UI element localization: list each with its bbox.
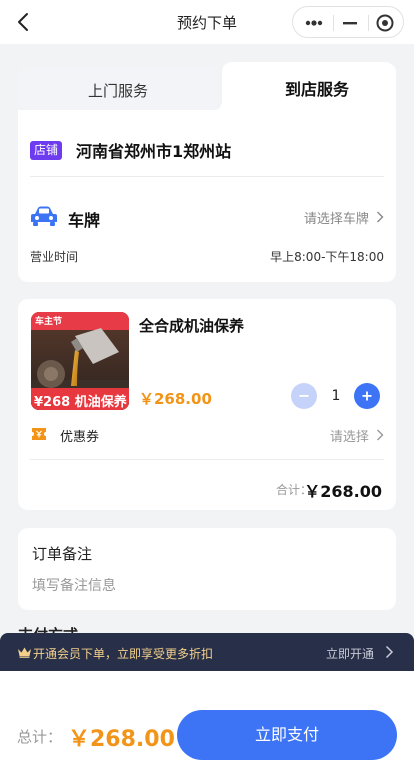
minus-icon	[299, 395, 309, 397]
divider	[30, 176, 384, 177]
shop-name: 河南省郑州市1郑州站	[76, 142, 232, 161]
tab-store-service[interactable]: 到店服务	[214, 62, 396, 110]
quantity-increase-button[interactable]	[354, 383, 380, 409]
product-card: 车主节 ¥268 机油保养 全合成机油保养 ￥268.00 1 优惠券 请选择 …	[18, 299, 396, 510]
product-name: 全合成机油保养	[139, 317, 245, 335]
quantity-value: 1	[331, 388, 341, 404]
product-thumbnail: 车主节 ¥268 机油保养	[31, 312, 129, 410]
close-mini-program-button[interactable]	[367, 7, 403, 39]
membership-banner[interactable]: 开通会员下单，立即享受更多折扣 立即开通	[0, 633, 414, 671]
grand-total-label: 总计：	[17, 728, 63, 746]
shop-card: 店铺 河南省郑州市1郑州站 车牌 请选择车牌 营业时间 早上8:00-下午18:…	[18, 110, 396, 282]
tab-home-service[interactable]: 上门服务	[18, 66, 218, 110]
mini-program-capsule	[292, 6, 404, 38]
plate-selector[interactable]: 请选择车牌	[304, 208, 384, 227]
coupon-selector-text: 请选择	[329, 430, 369, 445]
checkout-footer: 总计： ￥268.00 立即支付	[0, 671, 414, 780]
subtotal-value: ￥268.00	[304, 482, 382, 501]
minimize-button[interactable]	[332, 7, 368, 39]
business-hours-label: 营业时间	[30, 250, 79, 264]
service-type-tabs: 上门服务 到店服务	[18, 62, 396, 110]
thumb-badge: 车主节	[35, 317, 63, 327]
order-note-card: 订单备注	[18, 528, 396, 610]
product-price: ￥268.00	[139, 390, 212, 408]
membership-promo-text: 开通会员下单，立即享受更多折扣	[33, 647, 214, 661]
plate-label: 车牌	[68, 211, 101, 230]
membership-open-link[interactable]: 立即开通	[326, 645, 374, 662]
tab-store-service-label: 到店服务	[284, 80, 349, 99]
crown-icon	[18, 647, 31, 658]
divider	[30, 459, 384, 460]
nav-bar: 预约下单	[0, 0, 414, 44]
plate-selector-text: 请选择车牌	[303, 212, 369, 227]
pay-now-button[interactable]: 立即支付	[177, 710, 397, 760]
more-dots-icon	[305, 20, 323, 26]
grand-total-value: ￥268.00	[68, 727, 175, 752]
chevron-right-icon	[377, 429, 384, 441]
coupon-selector[interactable]: 请选择	[330, 426, 384, 445]
order-note-title: 订单备注	[32, 545, 93, 563]
coupon-icon	[32, 428, 46, 440]
chevron-right-icon	[377, 211, 384, 223]
minimize-icon	[343, 22, 357, 25]
thumb-banner: ¥268 机油保养	[34, 395, 127, 410]
tab-home-service-label: 上门服务	[87, 82, 148, 100]
coupon-label: 优惠券	[60, 430, 100, 445]
more-menu-button[interactable]	[295, 7, 331, 39]
business-hours-value: 早上8:00-下午18:00	[270, 250, 384, 264]
chevron-right-icon	[385, 645, 394, 659]
target-close-icon	[376, 14, 394, 32]
plus-icon	[362, 391, 372, 401]
car-icon	[31, 206, 57, 226]
shop-tag-badge: 店铺	[30, 141, 63, 160]
quantity-decrease-button[interactable]	[291, 383, 317, 409]
order-note-input[interactable]	[32, 578, 372, 594]
